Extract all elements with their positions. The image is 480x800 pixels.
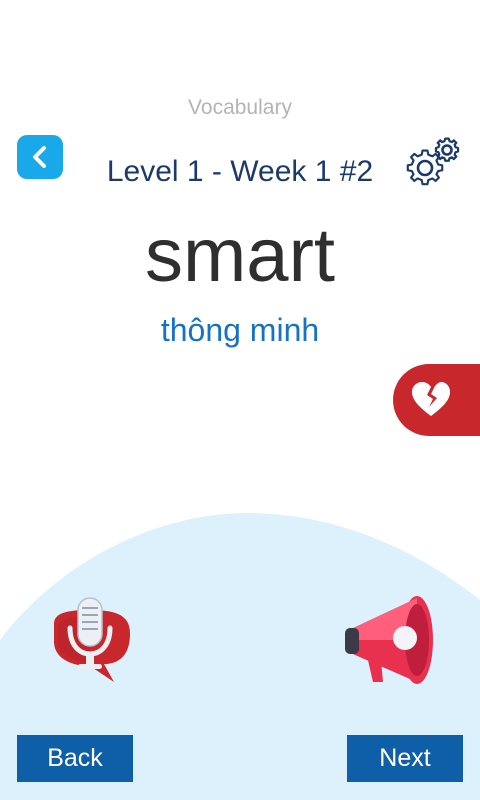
microphone-icon[interactable] bbox=[44, 594, 136, 690]
next-button[interactable]: Next bbox=[347, 735, 463, 782]
chevron-left-icon bbox=[33, 146, 46, 168]
megaphone-icon[interactable] bbox=[343, 594, 439, 690]
gear-icon[interactable] bbox=[405, 135, 463, 191]
back-chevron-button[interactable] bbox=[17, 135, 63, 179]
word-translation: thông minh bbox=[160, 312, 320, 348]
favorite-button[interactable] bbox=[393, 364, 480, 436]
back-button[interactable]: Back bbox=[17, 735, 133, 782]
section-label: Vocabulary bbox=[188, 96, 292, 119]
lesson-title: Level 1 - Week 1 #2 bbox=[106, 155, 374, 188]
vocabulary-word: smart bbox=[145, 213, 335, 298]
broken-heart-icon bbox=[412, 382, 450, 416]
